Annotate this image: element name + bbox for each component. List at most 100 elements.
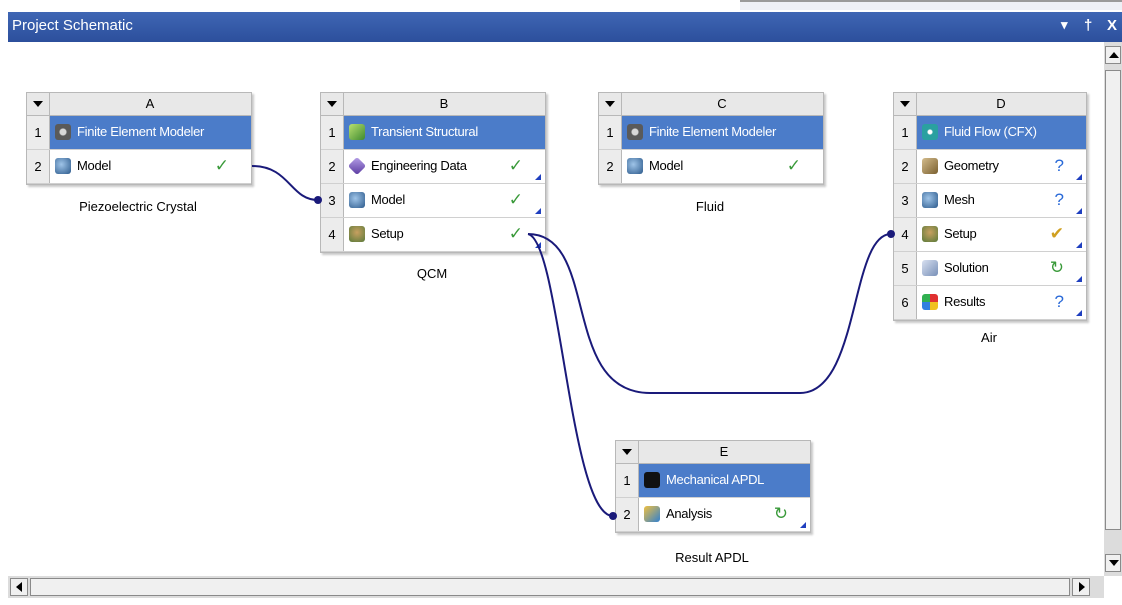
row-number: 4 bbox=[894, 218, 917, 251]
row-number: 1 bbox=[599, 116, 622, 149]
chevron-down-icon[interactable] bbox=[616, 441, 639, 463]
dropdown-menu-icon[interactable]: ▾ bbox=[1061, 17, 1068, 33]
row-number: 1 bbox=[894, 116, 917, 149]
system-b[interactable]: B 1 Transient Structural 2 Engineering D… bbox=[320, 92, 546, 253]
horizontal-scrollbar[interactable] bbox=[8, 576, 1104, 598]
check-icon: ✓ bbox=[508, 156, 523, 175]
corner-marker-icon bbox=[535, 242, 541, 248]
cell-d2[interactable]: 2 Geometry ? bbox=[894, 150, 1086, 184]
cell-d6[interactable]: 6 Results ? bbox=[894, 286, 1086, 320]
corner-marker-icon bbox=[1076, 174, 1082, 180]
cell-c1[interactable]: 1 Finite Element Modeler bbox=[599, 116, 823, 150]
cell-a2[interactable]: 2 Model ✓ bbox=[27, 150, 251, 184]
left-border bbox=[0, 12, 8, 605]
setup-icon bbox=[922, 226, 938, 242]
vertical-scroll-thumb[interactable] bbox=[1105, 70, 1121, 530]
finite-element-modeler-icon bbox=[627, 124, 643, 140]
check-icon: ✓ bbox=[786, 156, 801, 175]
system-e-caption[interactable]: Result APDL bbox=[600, 550, 824, 565]
system-letter: B bbox=[439, 96, 449, 111]
chevron-down-icon[interactable] bbox=[321, 93, 344, 115]
setup-icon bbox=[349, 226, 365, 242]
close-icon[interactable]: X bbox=[1107, 17, 1117, 34]
row-number: 3 bbox=[321, 184, 344, 217]
cell-label: Results bbox=[944, 294, 986, 309]
mesh-icon bbox=[922, 192, 938, 208]
check-icon: ✓ bbox=[508, 190, 523, 209]
cell-d3[interactable]: 3 Mesh ? bbox=[894, 184, 1086, 218]
cell-label: Model bbox=[77, 158, 111, 173]
question-icon: ? bbox=[1054, 190, 1064, 209]
chevron-down-icon[interactable] bbox=[599, 93, 622, 115]
row-number: 6 bbox=[894, 286, 917, 319]
cell-label: Finite Element Modeler bbox=[77, 124, 205, 139]
cell-label: Setup bbox=[371, 226, 404, 241]
system-c-caption[interactable]: Fluid bbox=[598, 199, 822, 214]
cell-b1[interactable]: 1 Transient Structural bbox=[321, 116, 545, 150]
row-number: 2 bbox=[27, 150, 50, 183]
question-icon: ? bbox=[1054, 156, 1064, 175]
corner-marker-icon bbox=[1076, 208, 1082, 214]
scroll-down-button[interactable] bbox=[1105, 554, 1121, 572]
row-number: 2 bbox=[599, 150, 622, 183]
cell-label: Mechanical APDL bbox=[666, 472, 765, 487]
cell-e2[interactable]: 2 Analysis ↻ bbox=[616, 498, 810, 532]
cell-d4[interactable]: 4 Setup ✔ bbox=[894, 218, 1086, 252]
fluid-flow-cfx-icon bbox=[922, 124, 938, 140]
row-number: 1 bbox=[616, 464, 639, 497]
cell-label: Model bbox=[649, 158, 683, 173]
analysis-icon bbox=[644, 506, 660, 522]
system-a-caption[interactable]: Piezoelectric Crystal bbox=[26, 199, 250, 214]
system-d[interactable]: D 1 Fluid Flow (CFX) 2 Geometry ? 3 Mesh… bbox=[893, 92, 1087, 321]
chevron-down-icon[interactable] bbox=[894, 93, 917, 115]
model-icon bbox=[55, 158, 71, 174]
cell-b4[interactable]: 4 Setup ✓ bbox=[321, 218, 545, 252]
model-icon bbox=[349, 192, 365, 208]
system-e-header: E bbox=[616, 441, 810, 464]
cell-e1[interactable]: 1 Mechanical APDL bbox=[616, 464, 810, 498]
check-icon: ✓ bbox=[508, 224, 523, 243]
cell-label: Fluid Flow (CFX) bbox=[944, 124, 1037, 139]
edit-check-icon: ✔ bbox=[1049, 224, 1064, 243]
system-a[interactable]: A 1 Finite Element Modeler 2 Model ✓ bbox=[26, 92, 252, 185]
cell-d1[interactable]: 1 Fluid Flow (CFX) bbox=[894, 116, 1086, 150]
corner-marker-icon bbox=[535, 174, 541, 180]
cell-b3[interactable]: 3 Model ✓ bbox=[321, 184, 545, 218]
system-b-caption[interactable]: QCM bbox=[320, 266, 544, 281]
system-e[interactable]: E 1 Mechanical APDL 2 Analysis ↻ bbox=[615, 440, 811, 533]
scroll-left-button[interactable] bbox=[10, 578, 28, 596]
row-number: 3 bbox=[894, 184, 917, 217]
refresh-icon: ↻ bbox=[773, 504, 788, 523]
system-letter: E bbox=[719, 444, 729, 459]
cell-label: Solution bbox=[944, 260, 989, 275]
cell-d5[interactable]: 5 Solution ↻ bbox=[894, 252, 1086, 286]
vertical-scrollbar[interactable] bbox=[1104, 42, 1122, 576]
mechanical-apdl-icon bbox=[644, 472, 660, 488]
corner-marker-icon bbox=[1076, 242, 1082, 248]
corner-marker-icon bbox=[535, 208, 541, 214]
check-icon: ✓ bbox=[214, 156, 229, 175]
scroll-right-button[interactable] bbox=[1072, 578, 1090, 596]
model-icon bbox=[627, 158, 643, 174]
engineering-data-icon bbox=[347, 156, 367, 176]
system-d-caption[interactable]: Air bbox=[877, 330, 1101, 345]
top-border bbox=[740, 0, 1122, 10]
system-c[interactable]: C 1 Finite Element Modeler 2 Model ✓ bbox=[598, 92, 824, 185]
pin-icon[interactable]: † bbox=[1084, 17, 1092, 34]
cell-label: Model bbox=[371, 192, 405, 207]
corner-marker-icon bbox=[1076, 310, 1082, 316]
system-a-header: A bbox=[27, 93, 251, 116]
system-letter: D bbox=[996, 96, 1006, 111]
row-number: 4 bbox=[321, 218, 344, 251]
row-number: 1 bbox=[27, 116, 50, 149]
scroll-up-button[interactable] bbox=[1105, 46, 1121, 64]
cell-label: Geometry bbox=[944, 158, 999, 173]
cell-b2[interactable]: 2 Engineering Data ✓ bbox=[321, 150, 545, 184]
cell-c2[interactable]: 2 Model ✓ bbox=[599, 150, 823, 184]
cell-a1[interactable]: 1 Finite Element Modeler bbox=[27, 116, 251, 150]
title-bar: Project Schematic ▾ † X bbox=[8, 12, 1122, 42]
solution-icon bbox=[922, 260, 938, 276]
horizontal-scroll-thumb[interactable] bbox=[30, 578, 1070, 596]
chevron-down-icon[interactable] bbox=[27, 93, 50, 115]
finite-element-modeler-icon bbox=[55, 124, 71, 140]
